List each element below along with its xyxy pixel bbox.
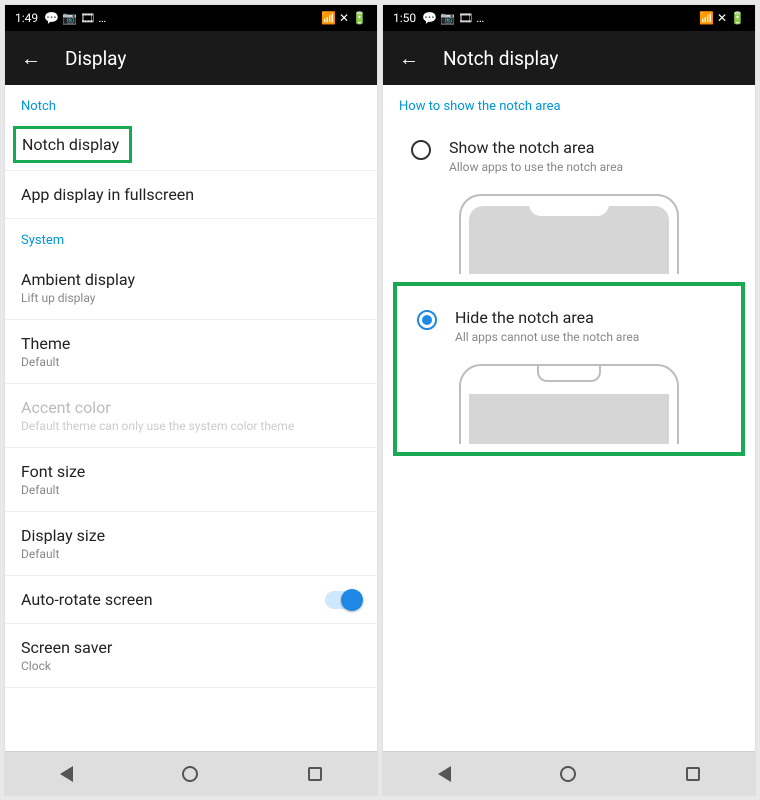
highlight-notch-display: Notch display xyxy=(13,126,132,163)
row-screen-saver[interactable]: Screen saver Clock xyxy=(5,624,377,688)
row-auto-rotate[interactable]: Auto-rotate screen xyxy=(5,576,377,624)
back-icon[interactable]: ← xyxy=(21,46,41,71)
highlight-hide-notch: Hide the notch area All apps cannot use … xyxy=(393,282,745,456)
row-ambient-display[interactable]: Ambient display Lift up display xyxy=(5,256,377,320)
nav-bar xyxy=(5,751,377,795)
nav-recent-icon[interactable] xyxy=(308,767,322,781)
status-icons: 💬 📷 🎞 … xyxy=(422,12,484,24)
row-theme[interactable]: Theme Default xyxy=(5,320,377,384)
nav-recent-icon[interactable] xyxy=(686,767,700,781)
row-accent-color: Accent color Default theme can only use … xyxy=(5,384,377,448)
app-bar: ← Display xyxy=(5,31,377,85)
appbar-title: Notch display xyxy=(443,47,558,70)
nav-back-icon[interactable] xyxy=(60,766,73,782)
radio-selected-icon[interactable] xyxy=(417,310,437,330)
row-app-display-fullscreen[interactable]: App display in fullscreen xyxy=(5,171,377,219)
phone-left: 1:49 💬 📷 🎞 … 📶 ✕ 🔋 ← Display Notch Notch… xyxy=(4,4,378,796)
back-icon[interactable]: ← xyxy=(399,46,419,71)
row-display-size[interactable]: Display size Default xyxy=(5,512,377,576)
phone-right: 1:50 💬 📷 🎞 … 📶 ✕ 🔋 ← Notch display How t… xyxy=(382,4,756,796)
preview-show-notch xyxy=(459,194,679,274)
section-how-to-show: How to show the notch area xyxy=(383,85,755,122)
option-show-notch[interactable]: Show the notch area Allow apps to use th… xyxy=(383,122,755,180)
section-notch: Notch xyxy=(5,85,377,122)
status-icons: 💬 📷 🎞 … xyxy=(44,12,106,24)
radio-unselected-icon[interactable] xyxy=(411,140,431,160)
status-right-icons: 📶 ✕ 🔋 xyxy=(699,12,745,24)
nav-home-icon[interactable] xyxy=(182,766,198,782)
preview-hide-notch xyxy=(459,364,679,444)
status-right-icons: 📶 ✕ 🔋 xyxy=(321,12,367,24)
row-font-size[interactable]: Font size Default xyxy=(5,448,377,512)
status-bar: 1:50 💬 📷 🎞 … 📶 ✕ 🔋 xyxy=(383,5,755,31)
row-notch-display[interactable]: Notch display xyxy=(22,135,119,154)
option-hide-notch[interactable]: Hide the notch area All apps cannot use … xyxy=(403,292,735,350)
settings-list: Notch Notch display App display in fulls… xyxy=(5,85,377,751)
nav-home-icon[interactable] xyxy=(560,766,576,782)
switch-auto-rotate[interactable] xyxy=(325,591,361,609)
section-system: System xyxy=(5,219,377,256)
nav-bar xyxy=(383,751,755,795)
notch-options: How to show the notch area Show the notc… xyxy=(383,85,755,751)
appbar-title: Display xyxy=(65,47,126,70)
status-bar: 1:49 💬 📷 🎞 … 📶 ✕ 🔋 xyxy=(5,5,377,31)
status-time: 1:49 xyxy=(15,12,38,24)
status-time: 1:50 xyxy=(393,12,416,24)
nav-back-icon[interactable] xyxy=(438,766,451,782)
app-bar: ← Notch display xyxy=(383,31,755,85)
